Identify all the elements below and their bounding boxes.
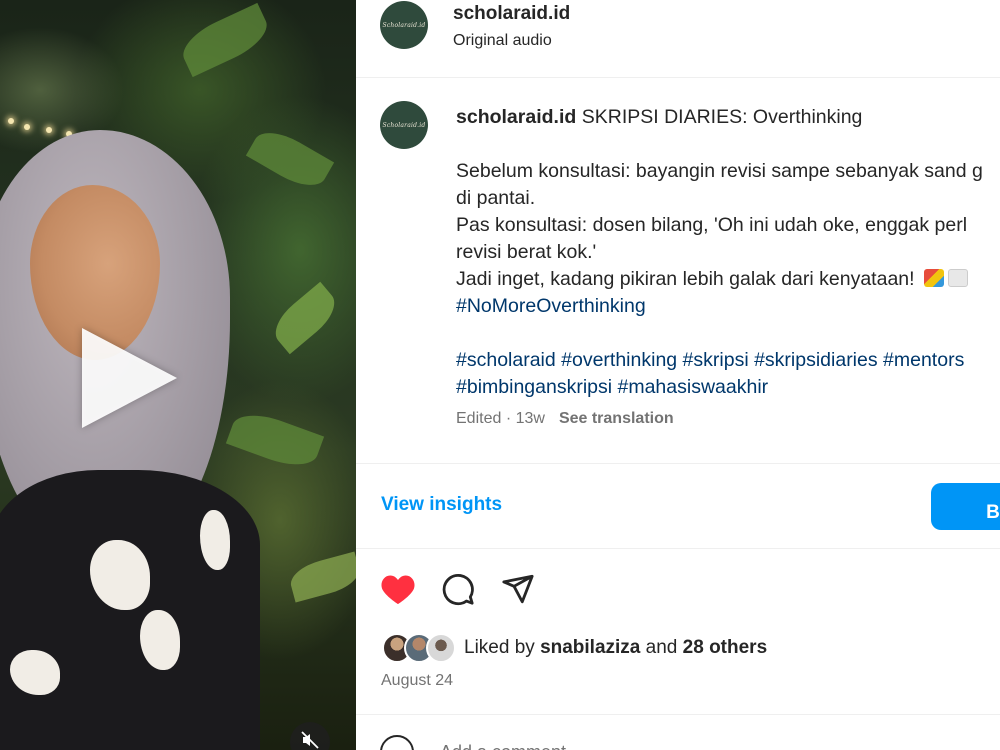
- caption-line: Sebelum konsultasi: bayangin revisi samp…: [456, 160, 983, 182]
- caption-title: SKRIPSI DIARIES: Overthinking: [581, 106, 863, 128]
- caption-line: revisi berat kok.': [456, 241, 597, 263]
- original-audio-link[interactable]: Original audio: [453, 32, 552, 50]
- comment-composer: Add a comment...: [380, 735, 581, 750]
- bokeh-light: [8, 118, 14, 124]
- see-translation-button[interactable]: See translation: [559, 410, 674, 427]
- post-caption: scholaraid.id SKRIPSI DIARIES: Overthink…: [456, 104, 1000, 401]
- liker-avatar[interactable]: [426, 633, 456, 663]
- likes-and: and: [645, 637, 678, 658]
- comment-input[interactable]: Add a comment...: [440, 742, 581, 750]
- likes-text: Liked by snabilaziza and 28 others: [464, 637, 767, 659]
- avatar-logo-text: Scholaraid.id: [382, 121, 426, 129]
- caption-title-line: scholaraid.id SKRIPSI DIARIES: Overthink…: [456, 104, 1000, 131]
- foliage: [286, 551, 356, 603]
- author-avatar[interactable]: Scholaraid.id: [380, 1, 428, 49]
- post-date[interactable]: August 24: [381, 672, 453, 690]
- muted-speaker-icon-glyph: [301, 731, 319, 749]
- heart-icon-glyph: [381, 575, 415, 604]
- likes-others-link[interactable]: 28 others: [683, 637, 767, 658]
- foliage: [225, 405, 325, 475]
- bokeh-light: [46, 127, 52, 133]
- comment-icon-glyph: [442, 573, 474, 606]
- likes-summary: Liked by snabilaziza and 28 others: [382, 633, 767, 663]
- caption-author-avatar[interactable]: Scholaraid.id: [380, 101, 428, 149]
- foliage: [175, 2, 275, 78]
- view-insights-link[interactable]: View insights: [381, 494, 502, 516]
- paper-plane-icon-glyph: [502, 574, 534, 604]
- hashtag-link[interactable]: #NoMoreOverthinking: [456, 293, 1000, 320]
- avatar-logo-text: Scholaraid.id: [382, 21, 426, 29]
- author-username[interactable]: scholaraid.id: [453, 3, 570, 25]
- video-player[interactable]: [0, 0, 356, 750]
- caption-line: Jadi inget, kadang pikiran lebih galak d…: [456, 268, 915, 290]
- emoji-picker-icon[interactable]: [380, 735, 414, 750]
- divider: [356, 463, 1000, 464]
- comment-icon[interactable]: [440, 571, 476, 607]
- boost-post-button[interactable]: Boost: [931, 483, 1000, 530]
- hashtag-link[interactable]: #scholaraid #overthinking #skripsi #skri…: [456, 347, 1000, 374]
- hashtag-link[interactable]: #bimbinganskripsi #mahasiswaakhir: [456, 374, 1000, 401]
- person-body: [0, 470, 260, 750]
- edited-timestamp: Edited · 13w: [456, 410, 545, 427]
- divider: [356, 714, 1000, 715]
- liker-username[interactable]: snabilaziza: [540, 637, 640, 658]
- memo-emoji-icon: [947, 269, 968, 287]
- beach-umbrella-emoji-icon: [923, 269, 944, 287]
- bokeh-light: [24, 124, 30, 130]
- divider: [356, 77, 1000, 78]
- divider: [356, 548, 1000, 549]
- foliage: [266, 281, 344, 355]
- caption-username[interactable]: scholaraid.id: [456, 106, 576, 128]
- caption-line: di pantai.: [456, 187, 536, 209]
- foliage: [245, 122, 335, 196]
- post-details-panel: Scholaraid.id scholaraid.id Original aud…: [356, 0, 1000, 750]
- caption-meta: Edited · 13w See translation: [456, 410, 674, 428]
- likes-prefix: Liked by: [464, 637, 535, 658]
- caption-line-with-emoji: Jadi inget, kadang pikiran lebih galak d…: [456, 266, 1000, 293]
- play-icon[interactable]: [82, 328, 177, 428]
- caption-line: Pas konsultasi: dosen bilang, 'Oh ini ud…: [456, 214, 968, 236]
- paper-plane-icon[interactable]: [500, 571, 536, 607]
- heart-icon[interactable]: [380, 571, 416, 607]
- muted-speaker-icon[interactable]: [290, 722, 330, 750]
